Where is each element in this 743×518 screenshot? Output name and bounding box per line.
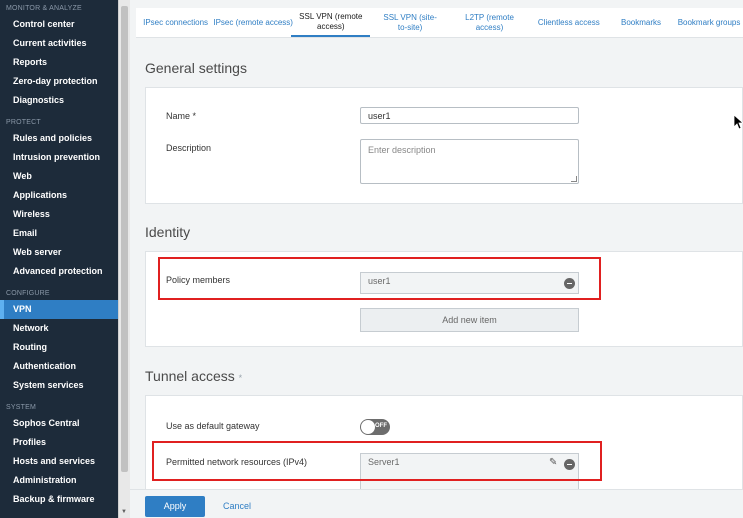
sidebar-item-rules-and-policies[interactable]: Rules and policies [0,129,118,148]
sidebar-item-vpn[interactable]: VPN [0,300,118,319]
apply-button[interactable]: Apply [145,496,205,517]
tab-ipsec-remote-access[interactable]: IPsec (remote access) [213,8,293,37]
tunnel-access-title: Tunnel access * [145,368,242,384]
policy-members-highlight [158,257,601,300]
tab-bookmarks[interactable]: Bookmarks [608,8,673,37]
scroll-down-arrow-icon[interactable]: ▼ [121,509,127,515]
sidebar-item-web[interactable]: Web [0,167,118,186]
general-settings-card: Name * user1 Description Enter descripti… [145,87,743,204]
sidebar-item-reports[interactable]: Reports [0,53,118,72]
main-content: IPsec connections IPsec (remote access) … [130,0,743,518]
toggle-state-text: OFF [375,423,387,429]
sidebar-section-system: SYSTEM [6,404,36,411]
tab-bar: IPsec connections IPsec (remote access) … [136,8,743,38]
sidebar: MONITOR & ANALYZE Control center Current… [0,0,118,518]
name-label: Name * [166,111,197,121]
resize-grip-icon[interactable] [571,176,577,182]
toggle-knob [361,420,375,434]
sidebar-item-diagnostics[interactable]: Diagnostics [0,91,118,110]
required-mark: * [238,373,243,383]
sidebar-item-web-server[interactable]: Web server [0,243,118,262]
default-gateway-label: Use as default gateway [166,421,260,431]
footer-bar: Apply Cancel [130,489,743,518]
mouse-cursor-icon [733,114,743,130]
sidebar-scrollbar-thumb[interactable] [121,6,128,472]
sidebar-item-intrusion-prevention[interactable]: Intrusion prevention [0,148,118,167]
sidebar-item-hosts-and-services[interactable]: Hosts and services [0,452,118,471]
permitted-resources-highlight [152,441,602,481]
description-label: Description [166,143,212,153]
sidebar-item-administration[interactable]: Administration [0,471,118,490]
sidebar-section-configure: CONFIGURE [6,290,50,297]
sidebar-item-routing[interactable]: Routing [0,338,118,357]
sidebar-item-advanced-protection[interactable]: Advanced protection [0,262,118,281]
sidebar-item-sophos-central[interactable]: Sophos Central [0,414,118,433]
sidebar-item-wireless[interactable]: Wireless [0,205,118,224]
add-new-item-button[interactable]: Add new item [360,308,579,332]
sidebar-item-control-center[interactable]: Control center [0,15,118,34]
description-textarea[interactable]: Enter description [360,139,579,184]
tunnel-access-title-text: Tunnel access [145,368,235,384]
default-gateway-toggle[interactable]: OFF [360,419,390,435]
sidebar-item-current-activities[interactable]: Current activities [0,34,118,53]
sidebar-item-zero-day-protection[interactable]: Zero-day protection [0,72,118,91]
sidebar-scrollbar[interactable]: ▼ [118,0,130,518]
tab-ipsec-connections[interactable]: IPsec connections [136,8,215,37]
sidebar-item-profiles[interactable]: Profiles [0,433,118,452]
identity-title: Identity [145,224,191,240]
sidebar-item-system-services[interactable]: System services [0,376,118,395]
name-input[interactable]: user1 [360,107,579,124]
tab-ssl-vpn-remote-access[interactable]: SSL VPN (remote access) [291,8,371,37]
description-placeholder: Enter description [368,145,436,155]
tab-l2tp-remote-access[interactable]: L2TP (remote access) [450,8,529,37]
tab-bookmark-groups[interactable]: Bookmark groups [674,8,743,37]
sidebar-item-applications[interactable]: Applications [0,186,118,205]
tab-ssl-vpn-site-to-site[interactable]: SSL VPN (site-to-site) [370,8,449,37]
sidebar-section-monitor: MONITOR & ANALYZE [6,5,82,12]
sidebar-item-authentication[interactable]: Authentication [0,357,118,376]
cancel-link[interactable]: Cancel [223,501,251,511]
tab-clientless-access[interactable]: Clientless access [529,8,608,37]
sidebar-item-network[interactable]: Network [0,319,118,338]
sidebar-item-email[interactable]: Email [0,224,118,243]
sidebar-item-backup-firmware[interactable]: Backup & firmware [0,490,118,509]
sidebar-section-protect: PROTECT [6,119,41,126]
general-settings-title: General settings [145,60,247,76]
